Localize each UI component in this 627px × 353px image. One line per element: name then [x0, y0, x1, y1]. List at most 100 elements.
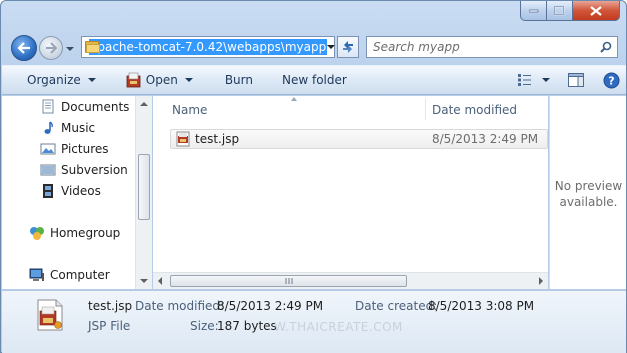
preview-line-2: available.	[559, 195, 618, 209]
file-list: Name Date modified test.jsp 8/5/2013 2:4…	[153, 96, 548, 289]
navigation-pane: Documents Music Pictures Subversion Vide…	[2, 96, 152, 289]
sidebar-item-label: Computer	[50, 268, 110, 282]
size-value: 187 bytes	[217, 319, 277, 333]
chevron-down-icon	[87, 78, 96, 82]
scroll-left-icon[interactable]	[158, 277, 162, 285]
sidebar-item-documents[interactable]: Documents	[40, 99, 129, 115]
command-bar: Organize Open Burn New folder ?	[2, 65, 626, 95]
sidebar-item-pictures[interactable]: Pictures	[40, 141, 109, 157]
refresh-button[interactable]	[337, 36, 359, 58]
open-label: Open	[145, 73, 178, 87]
file-name: test.jsp	[195, 132, 240, 146]
maximize-icon	[554, 5, 565, 15]
date-modified-value: 8/5/2013 2:49 PM	[217, 299, 324, 313]
address-dropdown[interactable]	[327, 37, 336, 57]
sidebar-item-label: Videos	[61, 184, 101, 198]
open-menu[interactable]: Open	[126, 66, 193, 94]
caption-buttons	[520, 1, 620, 21]
column-header-name[interactable]: Name	[172, 103, 207, 117]
details-file-name: test.jsp	[88, 299, 133, 313]
scroll-right-icon[interactable]	[539, 277, 543, 285]
address-bar[interactable]: apache-tomcat-7.0.42\webapps\myapp	[81, 36, 336, 58]
address-path[interactable]: apache-tomcat-7.0.42\webapps\myapp	[89, 39, 328, 55]
preview-pane-icon	[567, 73, 584, 87]
new-folder-label: New folder	[282, 73, 347, 87]
file-date-modified: 8/5/2013 2:49 PM	[432, 132, 539, 146]
sidebar-item-computer[interactable]: Computer	[29, 267, 110, 283]
column-header-date-modified[interactable]: Date modified	[432, 103, 517, 117]
recent-pages-dropdown[interactable]	[65, 44, 75, 54]
refresh-icon	[343, 41, 353, 53]
date-created-value: 8/5/2013 3:08 PM	[428, 299, 535, 313]
jsp-file-icon	[176, 131, 190, 147]
scroll-thumb[interactable]	[138, 154, 150, 220]
preview-line-1: No preview	[554, 179, 623, 193]
open-icon	[126, 72, 141, 88]
sidebar-item-homegroup[interactable]: Homegroup	[29, 225, 120, 241]
watermark-text: W.THAICREATE.COM	[274, 320, 403, 334]
sidebar-item-label: Homegroup	[50, 226, 121, 240]
scroll-up-icon[interactable]	[140, 102, 148, 106]
minimize-button[interactable]	[520, 1, 547, 21]
file-row[interactable]: test.jsp 8/5/2013 2:49 PM	[170, 129, 548, 149]
view-list-icon	[517, 74, 531, 86]
search-input[interactable]	[367, 40, 587, 54]
file-list-horizontal-scrollbar[interactable]	[153, 272, 548, 289]
close-icon	[590, 5, 602, 16]
chevron-down-icon	[66, 47, 74, 51]
subversion-icon	[40, 162, 56, 178]
svg-text:?: ?	[608, 74, 614, 87]
help-button[interactable]: ?	[603, 66, 620, 94]
no-preview-message: No preview available.	[550, 178, 627, 210]
jsp-file-large-icon	[37, 299, 63, 331]
search-box	[366, 36, 618, 58]
music-icon	[40, 120, 56, 136]
sidebar-item-music[interactable]: Music	[40, 120, 95, 136]
computer-icon	[29, 267, 45, 283]
date-modified-label: Date modified:	[135, 299, 225, 313]
minimize-icon	[528, 9, 538, 12]
maximize-button[interactable]	[547, 1, 573, 21]
column-headers: Name Date modified	[153, 96, 548, 122]
videos-icon	[40, 183, 56, 199]
preview-pane-button[interactable]	[567, 66, 584, 94]
new-folder-button[interactable]: New folder	[282, 66, 347, 94]
sidebar-item-label: Music	[61, 121, 96, 135]
forward-button[interactable]	[39, 36, 63, 60]
sidebar-item-label: Pictures	[61, 142, 109, 156]
explorer-window: apache-tomcat-7.0.42\webapps\myapp Organ…	[0, 0, 627, 353]
scroll-down-icon[interactable]	[140, 279, 148, 283]
details-pane: test.jsp JSP File Date modified: 8/5/201…	[2, 290, 626, 353]
sidebar-item-label: Documents	[61, 100, 130, 114]
chevron-down-icon	[541, 78, 550, 82]
column-divider[interactable]	[425, 98, 426, 120]
view-options-dropdown[interactable]	[535, 66, 550, 94]
help-icon: ?	[603, 72, 620, 88]
organize-menu[interactable]: Organize	[27, 66, 96, 94]
burn-label: Burn	[224, 73, 253, 87]
grip-icon	[285, 278, 293, 284]
back-button[interactable]	[11, 35, 37, 61]
pictures-icon	[40, 141, 56, 157]
search-icon[interactable]	[600, 41, 612, 53]
sidebar-item-label: Subversion	[61, 163, 128, 177]
organize-label: Organize	[27, 73, 81, 87]
size-label: Size:	[190, 319, 219, 333]
chevron-down-icon	[184, 78, 193, 82]
scroll-thumb[interactable]	[170, 275, 407, 287]
date-created-label: Date created:	[355, 299, 438, 313]
sidebar-item-subversion[interactable]: Subversion	[40, 162, 128, 178]
documents-icon	[40, 99, 56, 115]
chevron-down-icon	[327, 45, 336, 49]
close-button[interactable]	[573, 1, 620, 21]
homegroup-icon	[29, 225, 45, 241]
arrow-left-icon	[17, 42, 30, 54]
sort-ascending-icon	[291, 97, 297, 101]
preview-pane: No preview available.	[549, 96, 626, 289]
navigation-scrollbar[interactable]	[135, 96, 152, 289]
sidebar-item-videos[interactable]: Videos	[40, 183, 101, 199]
details-file-type: JSP File	[88, 319, 131, 333]
arrow-right-icon	[46, 42, 57, 54]
change-view-button[interactable]	[517, 66, 533, 94]
burn-button[interactable]: Burn	[225, 66, 253, 94]
